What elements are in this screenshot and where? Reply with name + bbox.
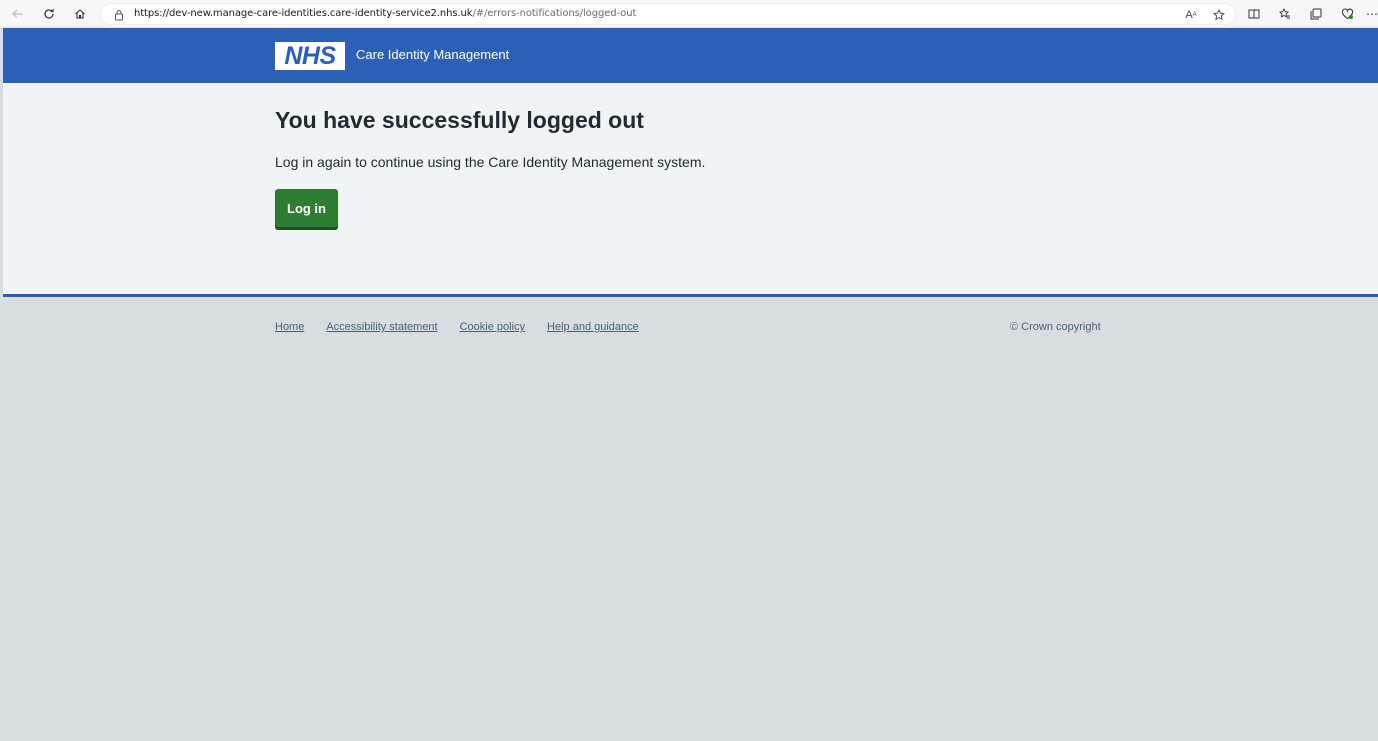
url-path: /#/errors-notifications/logged-out	[472, 8, 637, 19]
more-icon[interactable]: ⋯	[1366, 5, 1378, 23]
page-title: You have successfully logged out	[275, 107, 644, 133]
nhs-logo[interactable]: NHS	[275, 42, 345, 70]
service-name[interactable]: Care Identity Management	[356, 47, 509, 62]
site-footer: Home Accessibility statement Cookie poli…	[3, 297, 1378, 741]
split-screen-icon[interactable]	[1245, 5, 1263, 23]
url-host: https://dev-new.manage-care-identities.c…	[134, 8, 473, 19]
footer-link-home[interactable]: Home	[275, 321, 304, 333]
address-bar[interactable]: https://dev-new.manage-care-identities.c…	[100, 3, 1236, 25]
home-icon[interactable]	[70, 4, 90, 24]
page-description: Log in again to continue using the Care …	[275, 154, 706, 170]
copyright-text: © Crown copyright	[1010, 321, 1101, 333]
footer-link-help[interactable]: Help and guidance	[547, 321, 639, 333]
favorites-icon[interactable]	[1276, 5, 1294, 23]
url-text: https://dev-new.manage-care-identities.c…	[134, 8, 636, 19]
favorite-star-icon[interactable]	[1211, 7, 1227, 23]
refresh-icon[interactable]	[39, 4, 59, 24]
collections-icon[interactable]	[1307, 5, 1325, 23]
footer-links: Home Accessibility statement Cookie poli…	[275, 321, 639, 333]
nhs-logo-text: NHS	[284, 41, 336, 70]
browser-toolbar: https://dev-new.manage-care-identities.c…	[0, 0, 1378, 28]
back-icon[interactable]	[8, 4, 28, 24]
read-aloud-icon[interactable]: AA	[1183, 7, 1199, 23]
footer-link-cookie-policy[interactable]: Cookie policy	[460, 321, 525, 333]
main-content: You have successfully logged out Log in …	[3, 83, 1378, 294]
site-header: NHS Care Identity Management	[3, 28, 1378, 83]
extensions-icon[interactable]	[1338, 5, 1356, 23]
page: NHS Care Identity Management You have su…	[3, 28, 1378, 741]
lock-icon[interactable]	[113, 8, 125, 21]
login-button[interactable]: Log in	[275, 189, 338, 227]
footer-link-accessibility[interactable]: Accessibility statement	[326, 321, 437, 333]
